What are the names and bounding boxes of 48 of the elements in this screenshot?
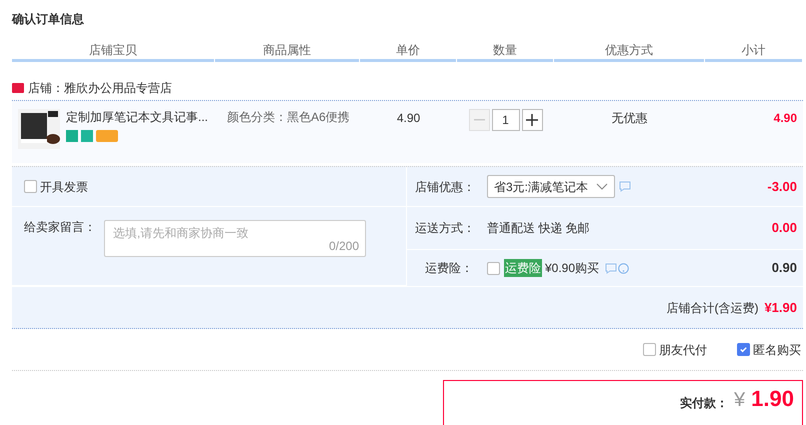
store-total-amount: ¥1.90	[764, 298, 797, 317]
store-total-label: 店铺合计(含运费)	[666, 300, 758, 316]
minus-icon	[474, 119, 484, 121]
chevron-down-icon	[596, 183, 608, 190]
checkmark-icon	[739, 345, 748, 354]
shipping-amount: 0.00	[772, 219, 797, 238]
column-header: 小计	[705, 42, 802, 62]
currency-sign: ¥	[734, 388, 746, 413]
shipping-label: 运送方式：	[415, 220, 476, 237]
payment-label: 实付款：	[680, 395, 728, 412]
discount-method: 无优惠	[612, 111, 648, 125]
option-label: 匿名购买	[753, 342, 801, 358]
insurance-tag: 运费险	[504, 259, 542, 277]
message-label: 给卖家留言：	[24, 220, 96, 236]
unit-price: 4.90	[396, 111, 420, 125]
shipping-method: 普通配送 快递 免邮	[487, 220, 590, 237]
chat-icon[interactable]	[605, 262, 618, 274]
column-header: 优惠方式	[554, 42, 704, 62]
quantity-field[interactable]: 1	[492, 109, 520, 131]
discount-amount: -3.00	[767, 178, 797, 196]
insurance-label: 运费险：	[424, 260, 474, 277]
column-header: 店铺宝贝	[12, 42, 214, 62]
checkbox[interactable]	[737, 343, 750, 356]
column-header: 数量	[457, 42, 553, 62]
product-attribute: 颜色分类：黑色A6便携	[226, 109, 351, 125]
insurance-amount: 0.90	[772, 259, 797, 278]
column-header: 单价	[360, 42, 456, 62]
character-counter: 0/200	[328, 238, 359, 255]
plus-icon	[526, 114, 538, 126]
payment-amount: 1.90	[751, 385, 794, 413]
product-name[interactable]: 定制加厚笔记本文具记事...	[66, 109, 208, 125]
checkbox[interactable]	[24, 180, 37, 193]
help-icon[interactable]	[618, 262, 630, 274]
chat-icon[interactable]	[619, 181, 631, 192]
option-label: 朋友代付	[659, 342, 707, 358]
product-thumbnail	[18, 109, 60, 149]
invoice-label: 开具发票	[40, 178, 88, 196]
column-header: 商品属性	[215, 42, 359, 62]
checkbox[interactable]	[487, 262, 500, 274]
store-discount-label: 店铺优惠：	[415, 178, 476, 196]
checkbox[interactable]	[643, 343, 656, 356]
store-icon	[12, 83, 24, 93]
store-name: 店铺：雅欣办公用品专营店	[28, 80, 172, 96]
discount-select[interactable]: 省3元:满减笔记本	[487, 175, 615, 198]
insurance-price: ¥0.90购买	[545, 260, 600, 277]
page-title: 确认订单信息	[12, 11, 85, 28]
subtotal: 4.90	[774, 111, 797, 125]
increase-button[interactable]	[522, 109, 542, 131]
